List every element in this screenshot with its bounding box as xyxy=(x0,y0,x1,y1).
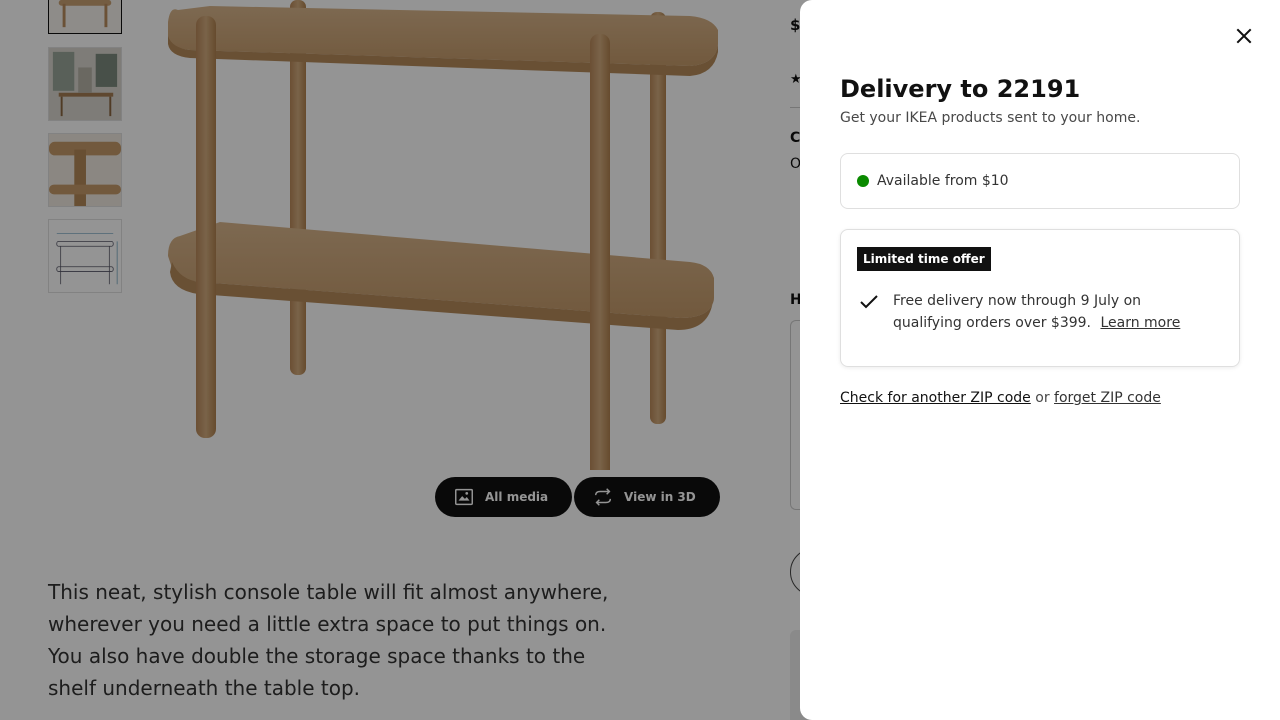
panel-title: Delivery to 22191 xyxy=(840,75,1081,103)
panel-subtitle: Get your IKEA products sent to your home… xyxy=(840,110,1141,126)
availability-status-dot-icon xyxy=(857,175,869,187)
forget-zip-link[interactable]: forget ZIP code xyxy=(1054,390,1161,406)
close-button[interactable] xyxy=(1228,20,1260,52)
zip-links-separator: or xyxy=(1035,390,1050,406)
offer-badge: Limited time offer xyxy=(857,247,991,271)
close-icon xyxy=(1236,28,1252,44)
zip-links: Check for another ZIP code or forget ZIP… xyxy=(840,387,1161,409)
learn-more-link[interactable]: Learn more xyxy=(1100,315,1180,331)
offer-text-block: Free delivery now through 9 July on qual… xyxy=(893,290,1213,334)
availability-text: Available from $10 xyxy=(877,173,1009,189)
offer-card: Limited time offer Free delivery now thr… xyxy=(840,229,1240,367)
availability-card: Available from $10 xyxy=(840,153,1240,209)
check-zip-link[interactable]: Check for another ZIP code xyxy=(840,390,1031,406)
checkmark-icon xyxy=(860,295,878,309)
